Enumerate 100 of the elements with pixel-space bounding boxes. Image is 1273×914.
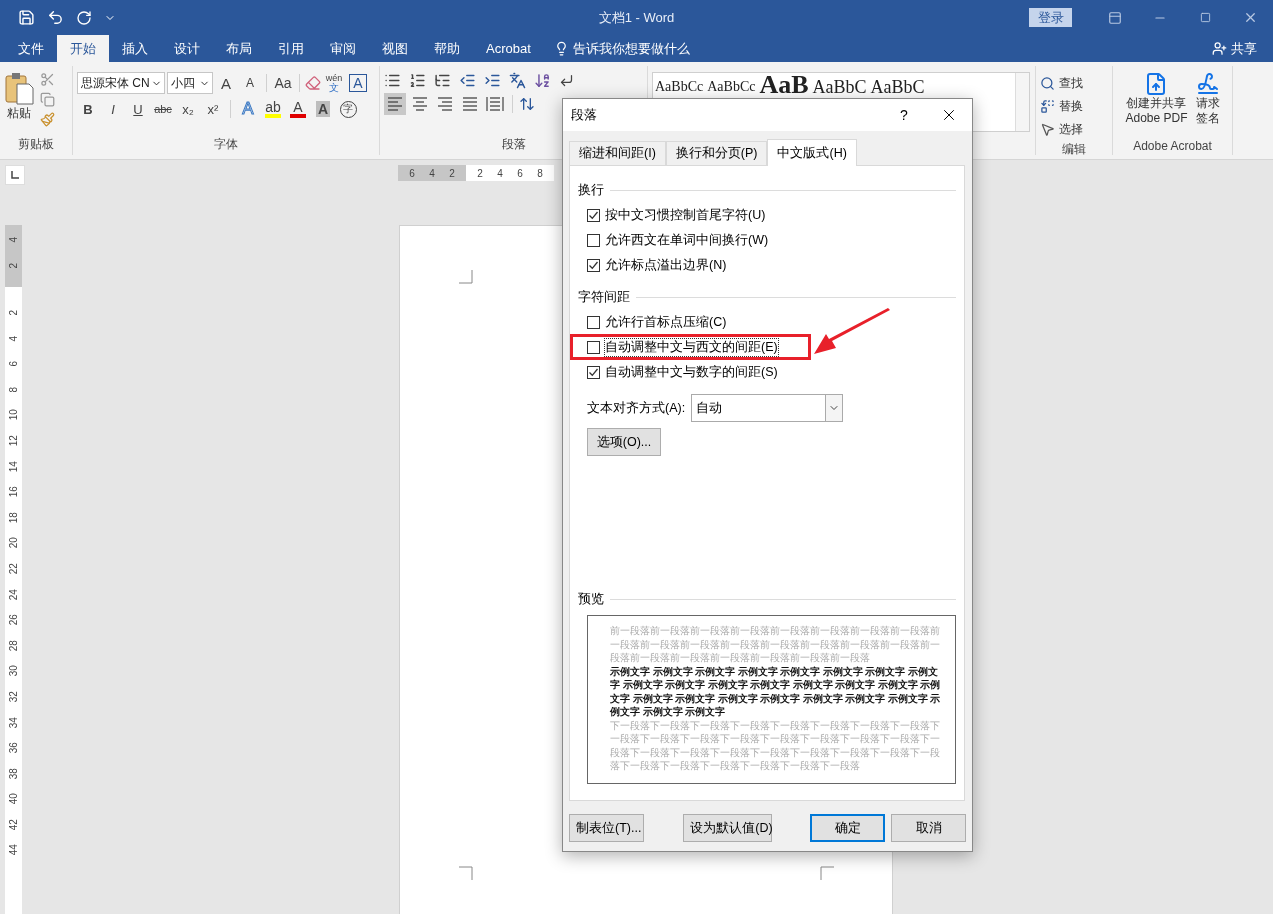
save-icon[interactable]: [18, 9, 35, 26]
ruler-number: 44: [7, 844, 20, 856]
checkbox[interactable]: [587, 233, 600, 247]
clear-format-icon[interactable]: [305, 75, 321, 91]
group-label: 剪贴板: [18, 136, 54, 153]
decrease-indent-icon[interactable]: [459, 72, 476, 89]
font-name-field[interactable]: 思源宋体 CN: [77, 72, 165, 94]
sign-in-button[interactable]: 登录: [1029, 8, 1073, 27]
ribbon-tab[interactable]: 设计: [161, 35, 213, 62]
text-alignment-select[interactable]: 自动: [691, 394, 844, 422]
replace-icon: [1040, 99, 1055, 114]
window-title: 文档1 - Word: [597, 9, 676, 27]
acrobat-button[interactable]: 创建并共享 Adobe PDF: [1125, 96, 1188, 126]
editing-button[interactable]: 替换: [1059, 98, 1083, 115]
increase-indent-icon[interactable]: [484, 72, 501, 89]
font-size-field[interactable]: 小四: [167, 72, 213, 94]
format-button[interactable]: I: [102, 98, 124, 120]
checkbox[interactable]: [587, 315, 600, 329]
options-button[interactable]: 选项(O)...: [587, 428, 661, 456]
ribbon-tab[interactable]: 引用: [265, 35, 317, 62]
ruler-number: 8: [536, 167, 544, 179]
grow-font-button[interactable]: A: [215, 72, 237, 94]
paste-button[interactable]: 粘贴: [4, 72, 34, 136]
checkbox[interactable]: [587, 208, 600, 222]
format-button[interactable]: x²: [202, 98, 224, 120]
tab-stop-icon: [10, 170, 20, 180]
highlight-button[interactable]: ab: [262, 98, 284, 120]
checkbox-label: 允许标点溢出边界(N): [605, 256, 727, 274]
dialog-button[interactable]: 制表位(T)...: [569, 814, 644, 842]
ribbon-tab[interactable]: Acrobat: [473, 35, 544, 62]
style-preview[interactable]: AaBbCc: [653, 78, 706, 96]
dialog-tab[interactable]: 换行和分页(P): [665, 141, 768, 165]
align-icon: [461, 96, 479, 112]
style-preview[interactable]: AaBbC: [868, 78, 927, 96]
ruler-number: 18: [7, 512, 20, 524]
signature-icon: [1195, 72, 1220, 96]
format-button[interactable]: abc: [152, 98, 174, 120]
acrobat-button[interactable]: 请求 签名: [1195, 96, 1220, 126]
undo-icon[interactable]: [47, 9, 64, 26]
checkbox[interactable]: [587, 258, 600, 272]
shrink-font-button[interactable]: A: [239, 72, 261, 94]
line-spacing-icon[interactable]: [519, 96, 535, 112]
bullets-icon[interactable]: [384, 72, 401, 89]
change-case-button[interactable]: Aa: [272, 72, 294, 94]
style-preview[interactable]: AaBbCc: [705, 78, 758, 96]
sort-icon[interactable]: [534, 72, 551, 89]
checkbox[interactable]: [587, 365, 600, 379]
copy-icon[interactable]: [40, 92, 55, 107]
dialog-button[interactable]: 确定: [810, 814, 885, 842]
ruler-number: 32: [7, 691, 20, 703]
align-icon: [436, 96, 454, 112]
ribbon-tab[interactable]: 审阅: [317, 35, 369, 62]
ruler-number: 36: [7, 742, 20, 754]
section-heading: 换行: [578, 181, 604, 199]
checkbox[interactable]: [587, 340, 600, 354]
asian-layout-icon[interactable]: [509, 72, 526, 89]
editing-button[interactable]: 选择: [1059, 121, 1083, 138]
cut-icon[interactable]: [40, 72, 55, 87]
ruler-number: 2: [7, 310, 20, 316]
format-button[interactable]: B: [77, 98, 99, 120]
dialog-button[interactable]: 取消: [891, 814, 966, 842]
ruler-number: 2: [7, 262, 20, 269]
style-preview[interactable]: AaBbC: [810, 78, 869, 96]
ribbon-tab[interactable]: 帮助: [421, 35, 473, 62]
multilevel-list-icon[interactable]: [434, 72, 451, 89]
ruler-number: 38: [7, 767, 20, 780]
ruler-number: 22: [7, 563, 20, 575]
ribbon-tab[interactable]: 插入: [109, 35, 161, 62]
format-button[interactable]: x₂: [177, 98, 199, 120]
restore-icon[interactable]: [1199, 12, 1211, 23]
checkbox-label: 自动调整中文与西文的间距(E): [605, 338, 778, 356]
ruler-number: 30: [7, 665, 20, 677]
font-color-button[interactable]: A: [287, 98, 309, 120]
redo-icon[interactable]: [76, 9, 92, 26]
numbering-icon[interactable]: [409, 72, 426, 89]
checkbox-label: 允许行首标点压缩(C): [605, 313, 727, 331]
ruler-number: 16: [7, 486, 20, 498]
margin-mark-icon: [459, 270, 473, 284]
dialog-button[interactable]: 设为默认值(D): [683, 814, 773, 842]
format-button[interactable]: U: [127, 98, 149, 120]
tab-selector[interactable]: [5, 165, 25, 185]
checkbox-label: 自动调整中文与数字的间距(S): [605, 363, 778, 381]
dialog-tab[interactable]: 中文版式(H): [767, 139, 857, 166]
char-border-button[interactable]: A: [347, 72, 369, 94]
paragraph-mark-icon[interactable]: [559, 73, 574, 88]
gallery-scrollbar[interactable]: [1015, 73, 1029, 131]
group-label: 字体: [214, 136, 238, 153]
ribbon-tab[interactable]: 视图: [369, 35, 421, 62]
editing-button[interactable]: 查找: [1059, 75, 1083, 92]
ruler-number: 20: [7, 537, 20, 549]
share-button[interactable]: 共享: [1231, 39, 1257, 58]
style-preview[interactable]: AaB: [757, 73, 811, 97]
ribbon-tab[interactable]: 布局: [213, 35, 265, 62]
ribbon-display-icon[interactable]: [1107, 10, 1122, 25]
help-button[interactable]: ?: [882, 107, 926, 123]
ribbon-tab[interactable]: 文件: [5, 35, 57, 62]
phonetic-guide-button[interactable]: wén 文: [323, 72, 345, 94]
dialog-tab[interactable]: 缩进和间距(I): [569, 141, 666, 165]
ribbon-tab[interactable]: 开始: [57, 35, 109, 62]
tell-me-search[interactable]: 告诉我你想要做什么: [572, 39, 690, 58]
